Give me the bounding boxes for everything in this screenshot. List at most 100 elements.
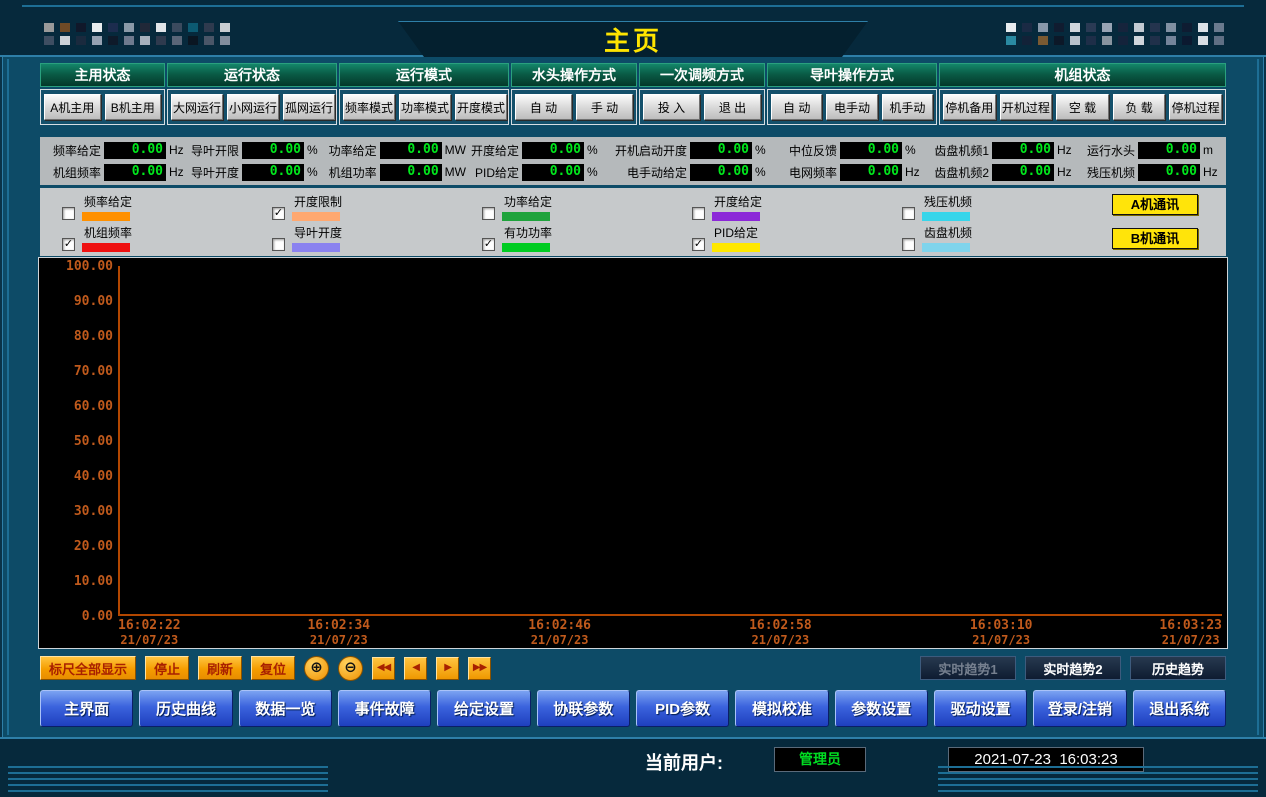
deco-square	[60, 36, 70, 45]
deco-square	[204, 36, 214, 45]
status-button[interactable]: 孤网运行	[283, 94, 335, 120]
legend-checkbox[interactable]	[62, 207, 75, 220]
legend-label: 有功功率	[504, 224, 552, 241]
legend-checkbox[interactable]: ✓	[692, 238, 705, 251]
legend-checkbox[interactable]	[902, 207, 915, 220]
zoom-out-icon[interactable]: ⊖	[338, 656, 363, 681]
comm-button[interactable]: A机通讯	[1112, 194, 1198, 215]
readout-unit: MW	[442, 165, 466, 179]
nav-button[interactable]: 给定设置	[437, 690, 530, 727]
status-button[interactable]: 电手动	[826, 94, 877, 120]
comm-button[interactable]: B机通讯	[1112, 228, 1198, 249]
nav-button[interactable]: 数据一览	[239, 690, 332, 727]
fast-backward-button[interactable]: ◀◀	[372, 657, 395, 680]
legend-color-bar	[712, 243, 760, 252]
status-button[interactable]: 自 动	[771, 94, 822, 120]
nav-button[interactable]: 退出系统	[1133, 690, 1226, 727]
group-header: 机组状态	[939, 63, 1226, 87]
status-button[interactable]: A机主用	[44, 94, 101, 120]
nav-button[interactable]: 历史曲线	[139, 690, 232, 727]
deco-square	[1182, 36, 1192, 45]
nav-button[interactable]: 模拟校准	[735, 690, 828, 727]
trend-toolbar-button[interactable]: 复位	[251, 656, 295, 680]
nav-button[interactable]: 协联参数	[537, 690, 630, 727]
page-title-plate: 主页	[398, 21, 868, 57]
trend-tab[interactable]: 实时趋势1	[920, 656, 1016, 680]
deco-square	[1214, 23, 1224, 32]
status-button[interactable]: B机主用	[105, 94, 162, 120]
legend-item: 频率给定	[62, 192, 272, 221]
legend-color-bar	[922, 212, 970, 221]
status-button[interactable]: 退 出	[704, 94, 761, 120]
legend-checkbox[interactable]	[692, 207, 705, 220]
nav-button[interactable]: 参数设置	[835, 690, 928, 727]
legend-item: 齿盘机频	[902, 223, 1112, 252]
status-button[interactable]: 开度模式	[455, 94, 507, 120]
legend-stack: PID给定	[712, 224, 760, 252]
status-group: 一次调频方式投 入退 出	[639, 63, 765, 125]
x-tick-date: 21/07/23	[970, 633, 1033, 647]
y-axis-tick: 50.00	[41, 434, 113, 449]
status-button[interactable]: 停机过程	[1169, 94, 1222, 120]
readout-label: 导叶开限	[186, 142, 242, 159]
readout-label: 机组频率	[44, 164, 104, 181]
legend-checkbox[interactable]	[272, 238, 285, 251]
trend-toolbar-button[interactable]: 停止	[145, 656, 189, 680]
deco-square	[1166, 36, 1176, 45]
trend-toolbar: 标尺全部显示停止刷新复位⊕⊖◀◀◀▶▶▶实时趋势1实时趋势2历史趋势	[40, 655, 1226, 681]
status-button[interactable]: 负 载	[1113, 94, 1166, 120]
x-tick-time: 16:03:23	[1159, 619, 1222, 633]
legend-stack: 残压机频	[922, 193, 972, 221]
legend-checkbox[interactable]	[482, 207, 495, 220]
nav-button[interactable]: PID参数	[636, 690, 729, 727]
status-button[interactable]: 停机备用	[943, 94, 996, 120]
status-button[interactable]: 开机过程	[1000, 94, 1053, 120]
legend-color-bar	[922, 243, 970, 252]
deco-square	[1086, 23, 1096, 32]
deco-square	[220, 36, 230, 45]
group-buttons: 停机备用开机过程空 载负 载停机过程	[939, 89, 1226, 125]
x-tick-time: 16:03:10	[970, 619, 1033, 633]
trend-tab[interactable]: 实时趋势2	[1025, 656, 1121, 680]
legend-label: 开度限制	[294, 193, 342, 210]
trend-toolbar-button[interactable]: 刷新	[198, 656, 242, 680]
status-button[interactable]: 自 动	[515, 94, 572, 120]
x-tick-date: 21/07/23	[749, 633, 812, 647]
legend-column: ✓开度限制导叶开度	[272, 192, 482, 256]
readout-unit: %	[584, 143, 604, 157]
status-button[interactable]: 功率模式	[399, 94, 451, 120]
status-button[interactable]: 频率模式	[343, 94, 395, 120]
readout-unit: %	[902, 143, 922, 157]
legend-checkbox[interactable]	[902, 238, 915, 251]
deco-square	[1038, 36, 1048, 45]
readout-value: 0.00	[840, 142, 902, 159]
status-button[interactable]: 小网运行	[227, 94, 279, 120]
readout-unit: %	[304, 165, 324, 179]
status-button[interactable]: 手 动	[576, 94, 633, 120]
step-backward-button[interactable]: ◀	[404, 657, 427, 680]
deco-square	[1182, 23, 1192, 32]
nav-button[interactable]: 驱动设置	[934, 690, 1027, 727]
status-button[interactable]: 空 载	[1056, 94, 1109, 120]
nav-button[interactable]: 主界面	[40, 690, 133, 727]
step-forward-button[interactable]: ▶	[436, 657, 459, 680]
readout-unit: Hz	[902, 165, 922, 179]
trend-toolbar-button[interactable]: 标尺全部显示	[40, 656, 136, 680]
zoom-in-icon[interactable]: ⊕	[304, 656, 329, 681]
status-button[interactable]: 大网运行	[171, 94, 223, 120]
fast-forward-button[interactable]: ▶▶	[468, 657, 491, 680]
legend-column: 残压机频齿盘机频	[902, 192, 1112, 256]
deco-square	[188, 23, 198, 32]
legend-checkbox[interactable]: ✓	[62, 238, 75, 251]
status-button[interactable]: 机手动	[882, 94, 933, 120]
group-buttons: 自 动手 动	[511, 89, 637, 125]
nav-button[interactable]: 登录/注销	[1033, 690, 1126, 727]
nav-button[interactable]: 事件故障	[338, 690, 431, 727]
legend-checkbox[interactable]: ✓	[272, 207, 285, 220]
group-header: 一次调频方式	[639, 63, 765, 87]
status-button[interactable]: 投 入	[643, 94, 700, 120]
legend-stack: 齿盘机频	[922, 224, 972, 252]
legend-checkbox[interactable]: ✓	[482, 238, 495, 251]
deco-square	[1038, 23, 1048, 32]
trend-tab[interactable]: 历史趋势	[1130, 656, 1226, 680]
